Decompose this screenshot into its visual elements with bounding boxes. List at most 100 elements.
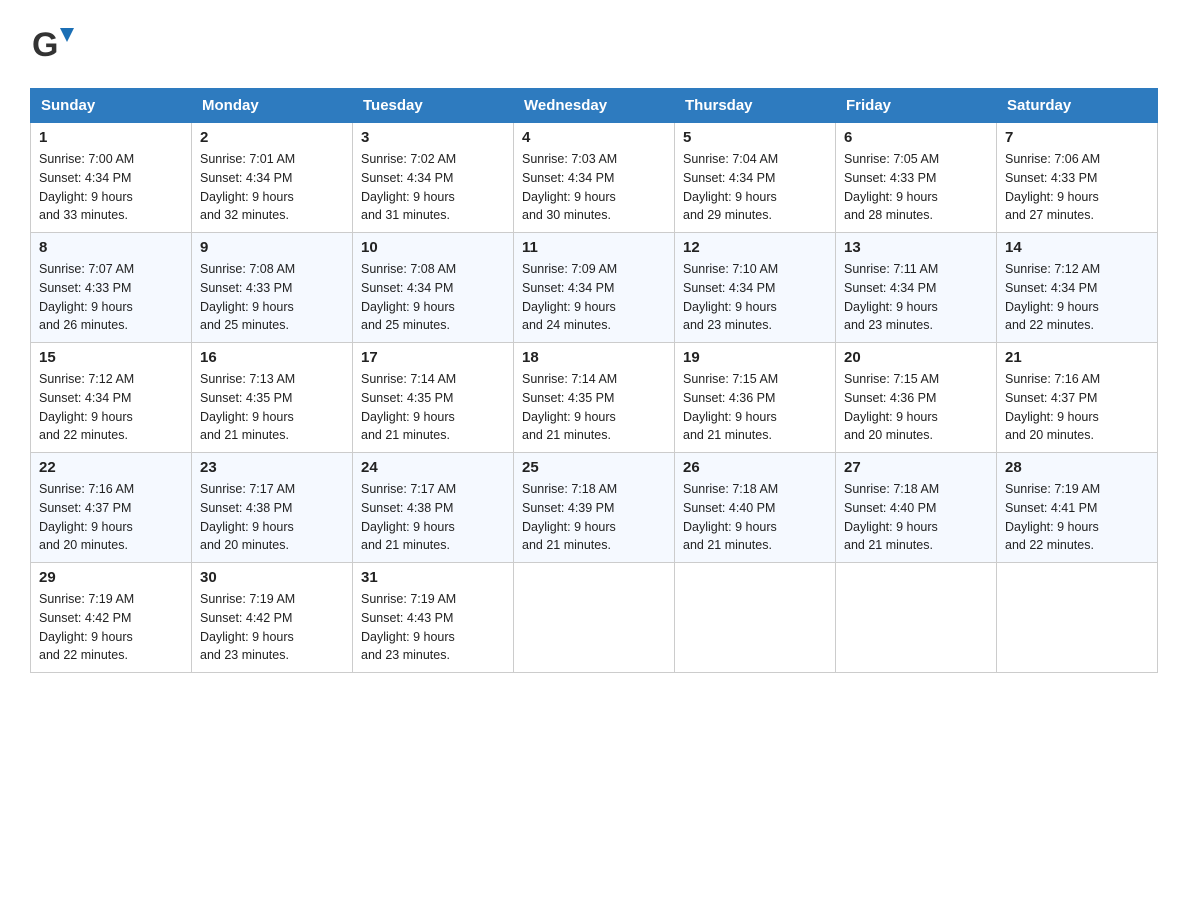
day-info: Sunrise: 7:10 AMSunset: 4:34 PMDaylight:… [683, 260, 827, 335]
day-number: 15 [39, 349, 183, 366]
calendar-cell: 15 Sunrise: 7:12 AMSunset: 4:34 PMDayligh… [31, 343, 192, 453]
svg-text:G: G [32, 26, 58, 64]
day-info: Sunrise: 7:02 AMSunset: 4:34 PMDaylight:… [361, 150, 505, 225]
calendar-cell: 29 Sunrise: 7:19 AMSunset: 4:42 PMDayligh… [31, 563, 192, 673]
day-number: 22 [39, 459, 183, 476]
day-number: 21 [1005, 349, 1149, 366]
calendar-week-row: 1 Sunrise: 7:00 AMSunset: 4:34 PMDaylight… [31, 123, 1158, 233]
day-number: 7 [1005, 129, 1149, 146]
day-info: Sunrise: 7:18 AMSunset: 4:40 PMDaylight:… [683, 480, 827, 555]
calendar-cell: 13 Sunrise: 7:11 AMSunset: 4:34 PMDayligh… [836, 233, 997, 343]
calendar-cell: 21 Sunrise: 7:16 AMSunset: 4:37 PMDayligh… [997, 343, 1158, 453]
calendar-cell: 23 Sunrise: 7:17 AMSunset: 4:38 PMDayligh… [192, 453, 353, 563]
day-number: 2 [200, 129, 344, 146]
calendar-week-row: 15 Sunrise: 7:12 AMSunset: 4:34 PMDayligh… [31, 343, 1158, 453]
calendar-cell: 22 Sunrise: 7:16 AMSunset: 4:37 PMDayligh… [31, 453, 192, 563]
day-info: Sunrise: 7:06 AMSunset: 4:33 PMDaylight:… [1005, 150, 1149, 225]
day-number: 11 [522, 239, 666, 256]
calendar-cell [997, 563, 1158, 673]
day-number: 23 [200, 459, 344, 476]
calendar-cell: 30 Sunrise: 7:19 AMSunset: 4:42 PMDayligh… [192, 563, 353, 673]
day-info: Sunrise: 7:19 AMSunset: 4:41 PMDaylight:… [1005, 480, 1149, 555]
day-number: 1 [39, 129, 183, 146]
day-info: Sunrise: 7:14 AMSunset: 4:35 PMDaylight:… [522, 370, 666, 445]
day-number: 12 [683, 239, 827, 256]
weekday-header-monday: Monday [192, 89, 353, 123]
calendar-cell: 20 Sunrise: 7:15 AMSunset: 4:36 PMDayligh… [836, 343, 997, 453]
day-number: 8 [39, 239, 183, 256]
calendar-cell [514, 563, 675, 673]
day-info: Sunrise: 7:03 AMSunset: 4:34 PMDaylight:… [522, 150, 666, 225]
calendar-cell: 27 Sunrise: 7:18 AMSunset: 4:40 PMDayligh… [836, 453, 997, 563]
calendar-cell: 17Sunrise: 7:14 AMSunset: 4:35 PMDayligh… [353, 343, 514, 453]
calendar-cell: 16Sunrise: 7:13 AMSunset: 4:35 PMDayligh… [192, 343, 353, 453]
calendar-cell: 24 Sunrise: 7:17 AMSunset: 4:38 PMDayligh… [353, 453, 514, 563]
calendar-cell: 3 Sunrise: 7:02 AMSunset: 4:34 PMDaylight… [353, 123, 514, 233]
day-number: 24 [361, 459, 505, 476]
calendar-cell: 11 Sunrise: 7:09 AMSunset: 4:34 PMDayligh… [514, 233, 675, 343]
day-info: Sunrise: 7:15 AMSunset: 4:36 PMDaylight:… [844, 370, 988, 445]
weekday-header-wednesday: Wednesday [514, 89, 675, 123]
weekday-header-friday: Friday [836, 89, 997, 123]
day-info: Sunrise: 7:19 AMSunset: 4:43 PMDaylight:… [361, 590, 505, 665]
day-number: 31 [361, 569, 505, 586]
day-info: Sunrise: 7:19 AMSunset: 4:42 PMDaylight:… [200, 590, 344, 665]
calendar-cell: 6Sunrise: 7:05 AMSunset: 4:33 PMDaylight… [836, 123, 997, 233]
day-info: Sunrise: 7:16 AMSunset: 4:37 PMDaylight:… [39, 480, 183, 555]
day-number: 14 [1005, 239, 1149, 256]
day-info: Sunrise: 7:00 AMSunset: 4:34 PMDaylight:… [39, 150, 183, 225]
calendar-cell: 9 Sunrise: 7:08 AMSunset: 4:33 PMDaylight… [192, 233, 353, 343]
day-info: Sunrise: 7:12 AMSunset: 4:34 PMDaylight:… [1005, 260, 1149, 335]
calendar-cell: 26 Sunrise: 7:18 AMSunset: 4:40 PMDayligh… [675, 453, 836, 563]
calendar-cell [675, 563, 836, 673]
weekday-header-row: SundayMondayTuesdayWednesdayThursdayFrid… [31, 89, 1158, 123]
weekday-header-sunday: Sunday [31, 89, 192, 123]
calendar-cell: 12 Sunrise: 7:10 AMSunset: 4:34 PMDayligh… [675, 233, 836, 343]
weekday-header-thursday: Thursday [675, 89, 836, 123]
day-info: Sunrise: 7:08 AMSunset: 4:33 PMDaylight:… [200, 260, 344, 335]
day-number: 29 [39, 569, 183, 586]
day-number: 5 [683, 129, 827, 146]
calendar-cell: 19 Sunrise: 7:15 AMSunset: 4:36 PMDayligh… [675, 343, 836, 453]
day-info: Sunrise: 7:17 AMSunset: 4:38 PMDaylight:… [361, 480, 505, 555]
day-info: Sunrise: 7:17 AMSunset: 4:38 PMDaylight:… [200, 480, 344, 555]
logo: G [30, 20, 78, 68]
day-number: 3 [361, 129, 505, 146]
day-number: 6 [844, 129, 988, 146]
calendar-cell: 7 Sunrise: 7:06 AMSunset: 4:33 PMDaylight… [997, 123, 1158, 233]
day-number: 27 [844, 459, 988, 476]
day-number: 4 [522, 129, 666, 146]
day-number: 28 [1005, 459, 1149, 476]
calendar-week-row: 8 Sunrise: 7:07 AMSunset: 4:33 PMDaylight… [31, 233, 1158, 343]
calendar-cell: 5Sunrise: 7:04 AMSunset: 4:34 PMDaylight… [675, 123, 836, 233]
weekday-header-saturday: Saturday [997, 89, 1158, 123]
day-number: 16 [200, 349, 344, 366]
page-header: G [30, 20, 1158, 68]
day-number: 19 [683, 349, 827, 366]
calendar-cell: 4 Sunrise: 7:03 AMSunset: 4:34 PMDaylight… [514, 123, 675, 233]
calendar-cell: 10Sunrise: 7:08 AMSunset: 4:34 PMDayligh… [353, 233, 514, 343]
day-info: Sunrise: 7:16 AMSunset: 4:37 PMDaylight:… [1005, 370, 1149, 445]
day-number: 18 [522, 349, 666, 366]
day-number: 13 [844, 239, 988, 256]
calendar-cell: 25Sunrise: 7:18 AMSunset: 4:39 PMDayligh… [514, 453, 675, 563]
day-info: Sunrise: 7:01 AMSunset: 4:34 PMDaylight:… [200, 150, 344, 225]
day-info: Sunrise: 7:19 AMSunset: 4:42 PMDaylight:… [39, 590, 183, 665]
day-info: Sunrise: 7:07 AMSunset: 4:33 PMDaylight:… [39, 260, 183, 335]
day-number: 10 [361, 239, 505, 256]
day-number: 17 [361, 349, 505, 366]
day-number: 20 [844, 349, 988, 366]
day-info: Sunrise: 7:11 AMSunset: 4:34 PMDaylight:… [844, 260, 988, 335]
weekday-header-tuesday: Tuesday [353, 89, 514, 123]
day-info: Sunrise: 7:18 AMSunset: 4:39 PMDaylight:… [522, 480, 666, 555]
calendar-cell: 2 Sunrise: 7:01 AMSunset: 4:34 PMDaylight… [192, 123, 353, 233]
day-number: 26 [683, 459, 827, 476]
calendar-cell [836, 563, 997, 673]
day-info: Sunrise: 7:15 AMSunset: 4:36 PMDaylight:… [683, 370, 827, 445]
day-info: Sunrise: 7:09 AMSunset: 4:34 PMDaylight:… [522, 260, 666, 335]
day-info: Sunrise: 7:12 AMSunset: 4:34 PMDaylight:… [39, 370, 183, 445]
calendar-week-row: 22 Sunrise: 7:16 AMSunset: 4:37 PMDayligh… [31, 453, 1158, 563]
day-number: 30 [200, 569, 344, 586]
day-number: 9 [200, 239, 344, 256]
day-info: Sunrise: 7:18 AMSunset: 4:40 PMDaylight:… [844, 480, 988, 555]
